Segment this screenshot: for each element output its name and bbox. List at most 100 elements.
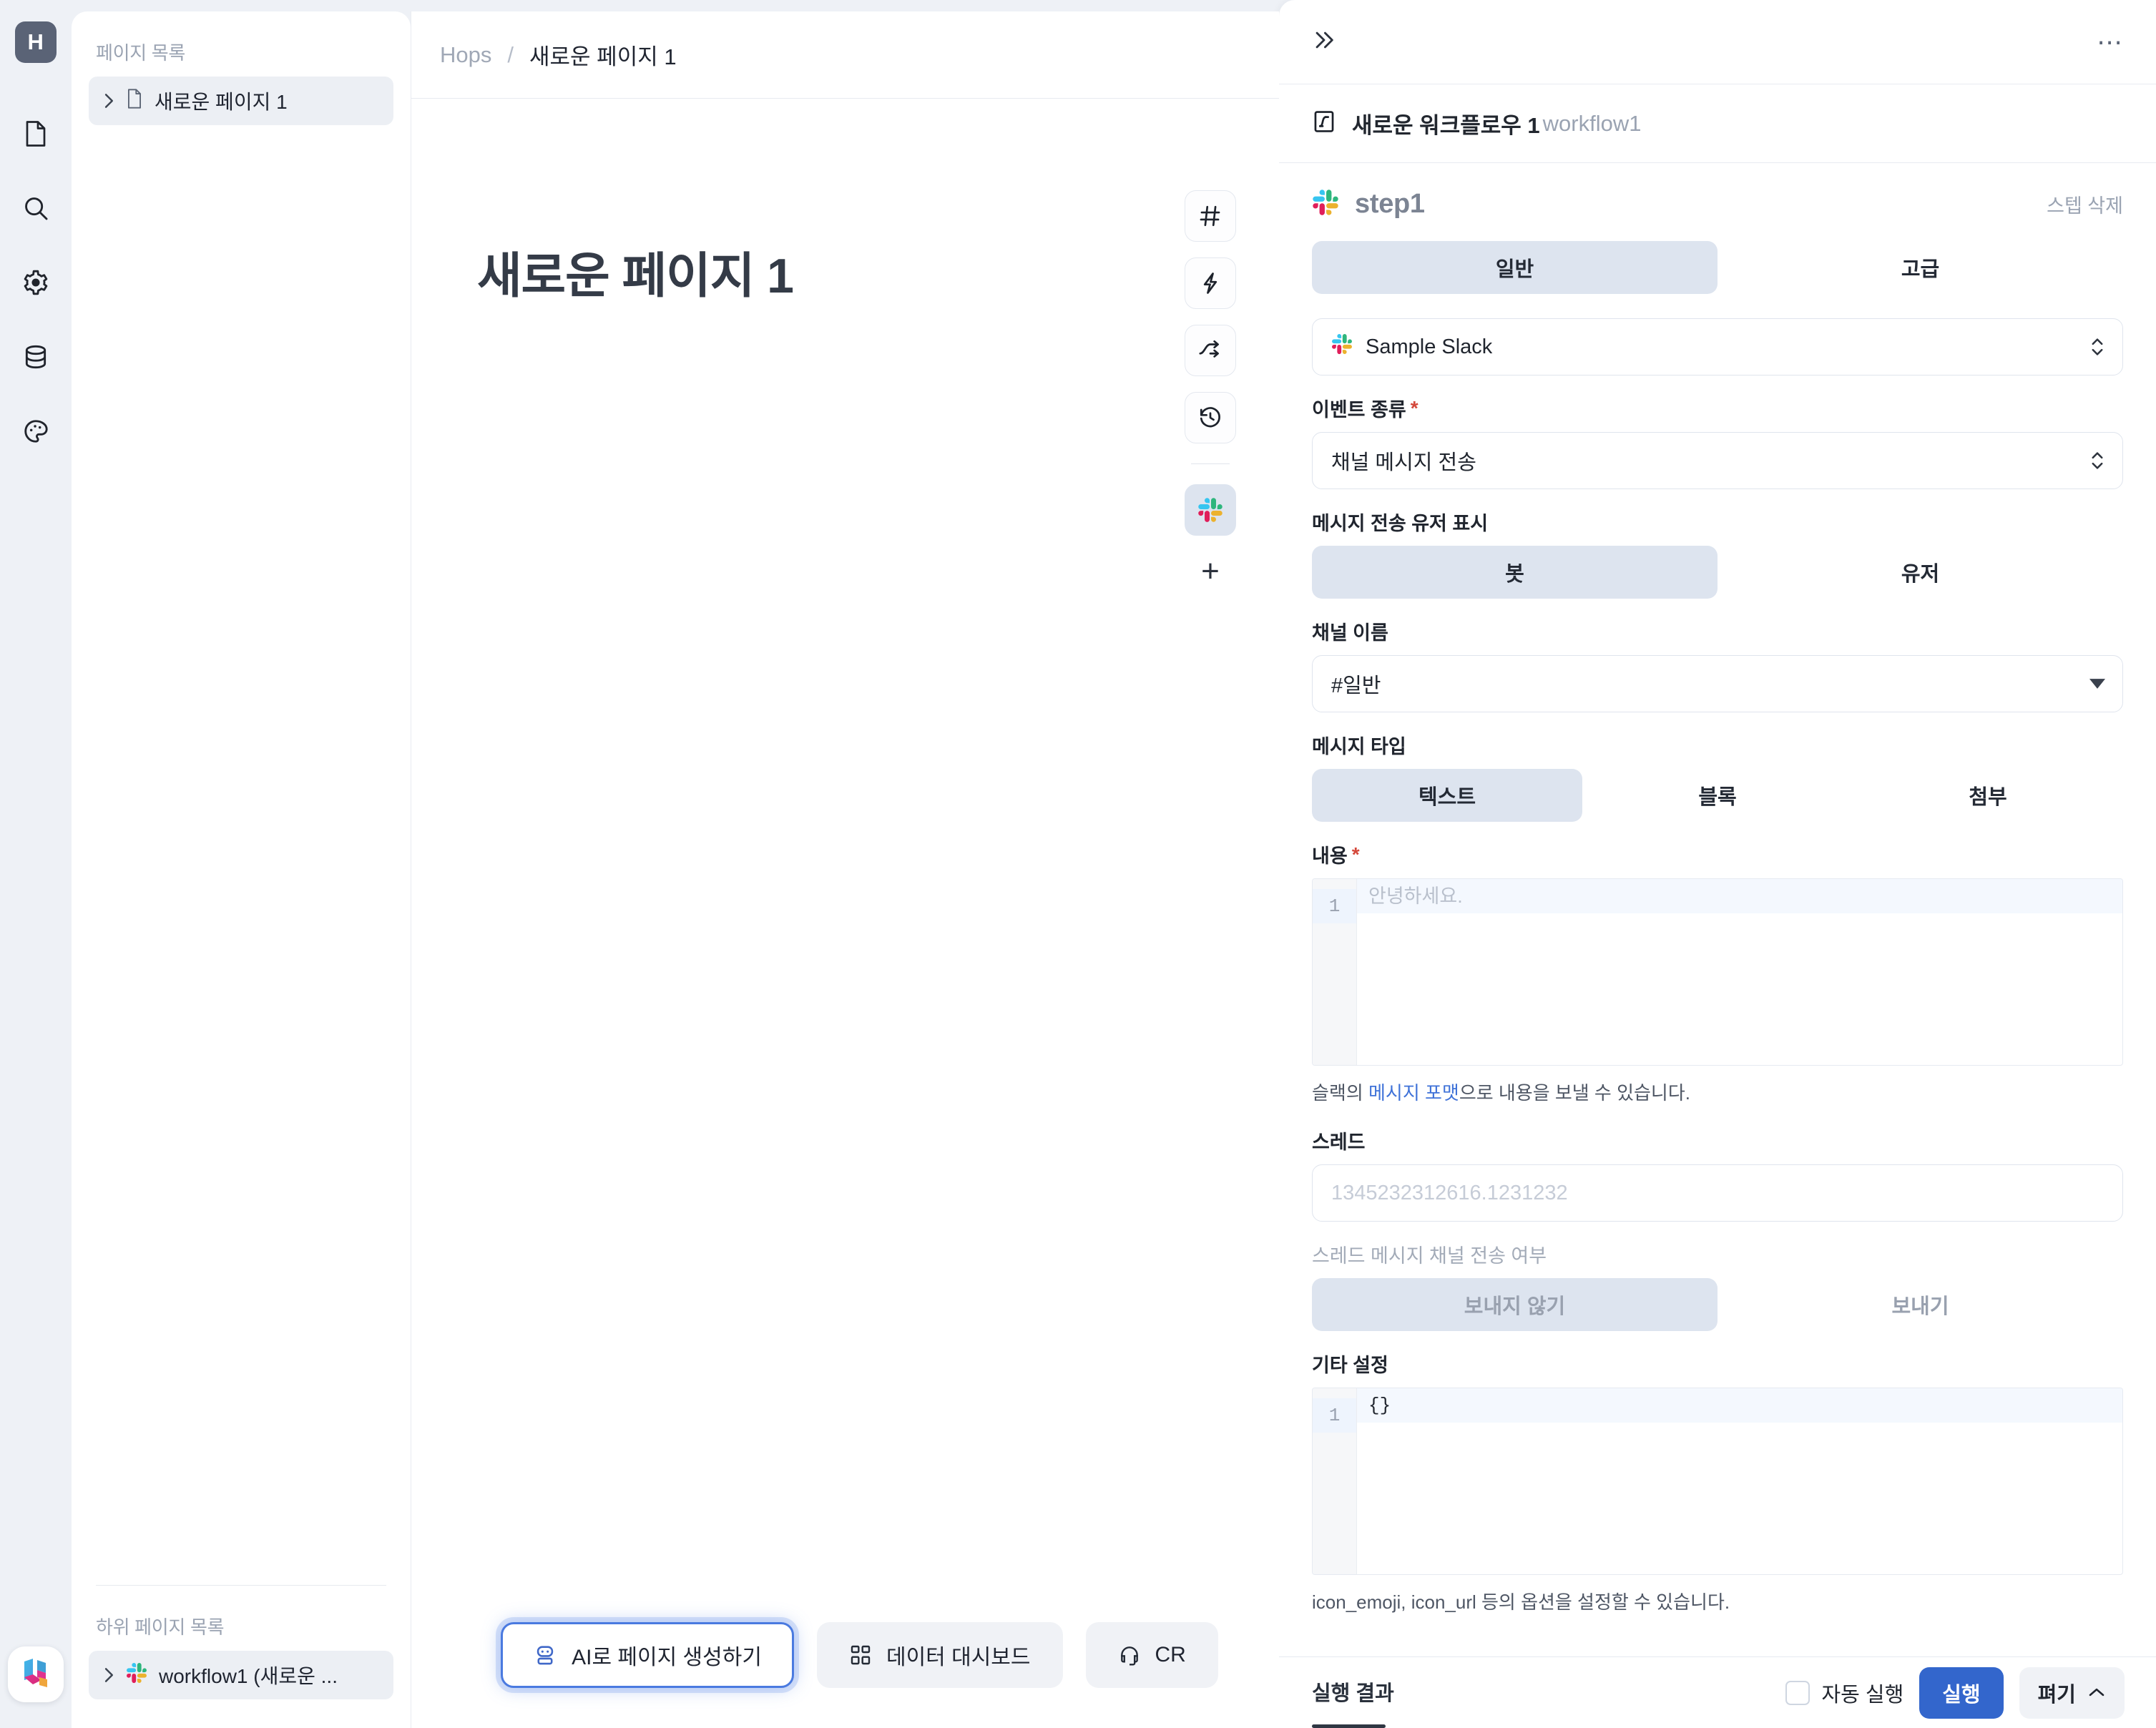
required-marker: * bbox=[1410, 396, 1418, 419]
event-type-label-text: 이벤트 종류 bbox=[1312, 399, 1406, 421]
checkbox-icon bbox=[1785, 1680, 1810, 1705]
message-type-text[interactable]: 텍스트 bbox=[1312, 769, 1582, 822]
chip-label: 데이터 대시보드 bbox=[886, 1646, 1031, 1669]
breadcrumb-current: 새로운 페이지 1 bbox=[529, 44, 677, 69]
thread-broadcast-toggle: 보내지 않기 보내기 bbox=[1312, 1278, 2123, 1331]
message-format-link[interactable]: 메시지 포맷 bbox=[1368, 1082, 1459, 1104]
add-step-button[interactable]: + bbox=[1190, 551, 1230, 591]
extra-settings-field: 기타 설정 1 {} icon_emoji, icon_url 등의 옵션을 설… bbox=[1312, 1350, 2123, 1614]
connection-select[interactable]: Sample Slack bbox=[1312, 318, 2123, 375]
dashboard-icon bbox=[849, 1644, 872, 1666]
extra-settings-helper-text: icon_emoji, icon_url 등의 옵션을 설정할 수 있습니다. bbox=[1312, 1591, 1730, 1613]
broadcast-option-no[interactable]: 보내지 않기 bbox=[1312, 1278, 1718, 1331]
slack-icon bbox=[1331, 333, 1353, 360]
channel-name-field: 채널 이름 #일반 bbox=[1312, 617, 2123, 712]
plus-icon: + bbox=[1201, 554, 1220, 589]
message-type-field: 메시지 타입 텍스트 블록 첨부 bbox=[1312, 731, 2123, 822]
channel-name-select[interactable]: #일반 bbox=[1312, 655, 2123, 712]
content-editor[interactable]: 1 안녕하세요. bbox=[1312, 878, 2123, 1066]
chevrons-right-icon[interactable] bbox=[1312, 28, 1336, 57]
ai-generate-page-button[interactable]: AI로 페이지 생성하기 bbox=[501, 1622, 794, 1688]
event-type-label: 이벤트 종류 * bbox=[1312, 394, 2123, 422]
sub-page-tree: 하위 페이지 목록 workflow1 (새로운 ... bbox=[72, 1586, 411, 1728]
sender-display-label: 메시지 전송 유저 표시 bbox=[1312, 513, 1489, 534]
helper-suffix: 으로 내용을 보낼 수 있습니다. bbox=[1459, 1082, 1690, 1104]
sender-option-user[interactable]: 유저 bbox=[1718, 546, 2123, 599]
page-list-label: 페이지 목록 bbox=[96, 42, 186, 64]
required-marker: * bbox=[1351, 843, 1360, 865]
sub-page-list-label: 하위 페이지 목록 bbox=[96, 1616, 225, 1638]
thread-field: 스레드 1345232312616.1231232 bbox=[1312, 1126, 2123, 1222]
step-name: step1 bbox=[1355, 189, 1425, 219]
tab-advanced[interactable]: 고급 bbox=[1718, 241, 2123, 294]
channel-name-label: 채널 이름 bbox=[1312, 622, 1388, 644]
delete-step-button[interactable]: 스텝 삭제 bbox=[2047, 190, 2123, 218]
workspace-logo-button[interactable]: H bbox=[15, 21, 57, 63]
chevron-right-icon[interactable] bbox=[102, 1666, 114, 1684]
history-icon[interactable] bbox=[1185, 392, 1236, 443]
slack-icon[interactable] bbox=[1185, 484, 1236, 536]
step-config-panel: ⋯ 새로운 워크플로우 1 workflow1 step1 스텝 삭제 일반 고… bbox=[1279, 0, 2156, 1728]
message-type-block[interactable]: 블록 bbox=[1582, 769, 1853, 822]
brand-logo[interactable] bbox=[8, 1646, 64, 1702]
sender-option-bot[interactable]: 봇 bbox=[1312, 546, 1718, 599]
hash-icon[interactable] bbox=[1185, 190, 1236, 242]
message-type-toggle: 텍스트 블록 첨부 bbox=[1312, 769, 2123, 822]
palette-icon[interactable] bbox=[15, 411, 57, 452]
brand-mark-icon bbox=[8, 1646, 64, 1702]
chevron-updown-icon bbox=[2089, 448, 2105, 473]
sender-display-field: 메시지 전송 유저 표시 봇 유저 bbox=[1312, 508, 2123, 599]
panel-footer: 실행 결과 자동 실행 실행 펴기 bbox=[1279, 1656, 2156, 1728]
auto-run-checkbox[interactable]: 자동 실행 bbox=[1785, 1678, 1903, 1708]
thread-placeholder: 1345232312616.1231232 bbox=[1331, 1181, 1568, 1204]
branch-icon[interactable] bbox=[1185, 325, 1236, 376]
content-codearea[interactable]: 안녕하세요. bbox=[1357, 879, 2122, 1065]
sidebar-item-workflow[interactable]: workflow1 (새로운 ... bbox=[89, 1651, 393, 1699]
expand-label: 펴기 bbox=[2037, 1683, 2076, 1707]
gear-icon[interactable] bbox=[15, 262, 57, 303]
tab-general[interactable]: 일반 bbox=[1312, 241, 1718, 294]
headset-icon bbox=[1118, 1644, 1141, 1666]
event-type-value: 채널 메시지 전송 bbox=[1331, 451, 1476, 474]
tab-execution-result[interactable]: 실행 결과 bbox=[1312, 1657, 1394, 1728]
chip-label: AI로 페이지 생성하기 bbox=[572, 1646, 762, 1669]
run-button[interactable]: 실행 bbox=[1919, 1666, 2004, 1719]
line-number: 1 bbox=[1313, 1398, 1356, 1433]
content-gutter: 1 bbox=[1313, 879, 1357, 1065]
workflow-key: workflow1 bbox=[1542, 110, 1642, 136]
toolbar-divider bbox=[1191, 463, 1230, 464]
auto-run-label: 자동 실행 bbox=[1821, 1683, 1904, 1707]
content-helper-text: 슬랙의 메시지 포맷으로 내용을 보낼 수 있습니다. bbox=[1312, 1079, 2123, 1105]
breadcrumb-root[interactable]: Hops bbox=[440, 42, 491, 68]
canvas-body: 새로운 페이지 1 + AI로 페이지 생성하기 데이터 대시보드 CR bbox=[411, 99, 1279, 1728]
expand-button[interactable]: 펴기 bbox=[2019, 1666, 2125, 1719]
database-icon[interactable] bbox=[15, 336, 57, 378]
document-icon[interactable] bbox=[15, 113, 57, 154]
broadcast-option-yes[interactable]: 보내기 bbox=[1718, 1278, 2123, 1331]
thread-input[interactable]: 1345232312616.1231232 bbox=[1312, 1164, 2123, 1222]
page-tree: 페이지 목록 새로운 페이지 1 bbox=[72, 11, 411, 1585]
connection-value: Sample Slack bbox=[1366, 335, 1493, 358]
sidebar: 페이지 목록 새로운 페이지 1 하위 페이지 목록 workflow1 (새로… bbox=[72, 11, 411, 1728]
sidebar-item-page[interactable]: 새로운 페이지 1 bbox=[89, 77, 393, 125]
more-horizontal-icon[interactable]: ⋯ bbox=[2097, 29, 2125, 55]
workflow-icon bbox=[1312, 109, 1336, 137]
data-dashboard-button[interactable]: 데이터 대시보드 bbox=[816, 1622, 1063, 1688]
extra-settings-codearea[interactable]: {} bbox=[1357, 1388, 2122, 1574]
chevron-updown-icon bbox=[2089, 334, 2105, 360]
extra-settings-editor[interactable]: 1 {} bbox=[1312, 1388, 2123, 1575]
sender-display-toggle: 봇 유저 bbox=[1312, 546, 2123, 599]
search-icon[interactable] bbox=[15, 187, 57, 229]
step-identity: step1 bbox=[1312, 189, 1425, 220]
message-type-attachment[interactable]: 첨부 bbox=[1853, 769, 2123, 822]
message-type-label: 메시지 타입 bbox=[1312, 736, 1406, 757]
chevron-right-icon[interactable] bbox=[102, 92, 114, 110]
chip-label: CR bbox=[1155, 1643, 1186, 1666]
lightning-icon[interactable] bbox=[1185, 257, 1236, 309]
panel-body: step1 스텝 삭제 일반 고급 Sample Slack 이벤트 종류 * … bbox=[1279, 163, 2156, 1656]
content-placeholder: 안녕하세요. bbox=[1357, 879, 2122, 913]
crm-button[interactable]: CR bbox=[1085, 1622, 1218, 1688]
channel-name-value: #일반 bbox=[1331, 674, 1381, 697]
event-type-select[interactable]: 채널 메시지 전송 bbox=[1312, 432, 2123, 489]
app-root: H 페이지 목록 새로운 페이지 1 하위 페이지 목록 workflow1 (… bbox=[0, 0, 2156, 1728]
